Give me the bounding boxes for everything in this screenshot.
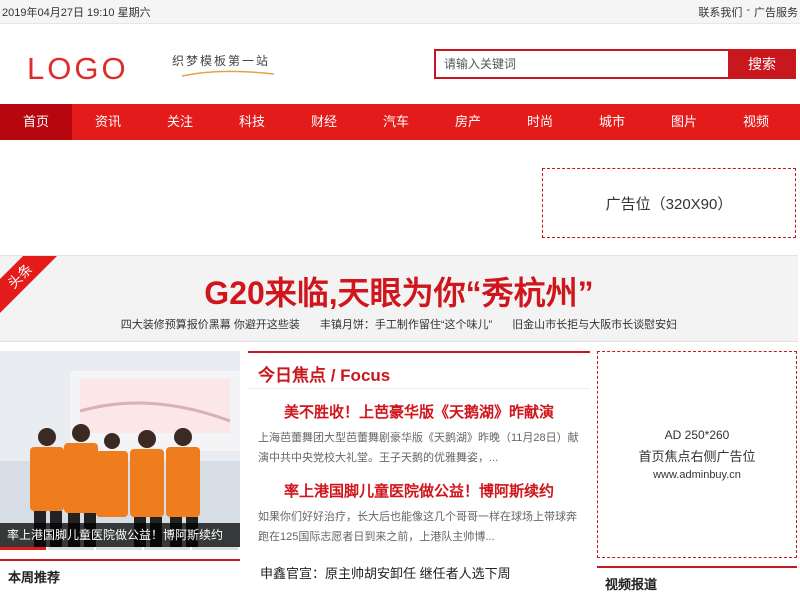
weekly-recommend: 本周推荐 (0, 559, 240, 591)
site-logo[interactable]: LOGO (27, 51, 129, 87)
search-box: 搜索 (434, 49, 796, 79)
headline-link[interactable]: 四大装修预算报价黑幕 你避开这些装 (121, 316, 300, 332)
slider-dot[interactable] (192, 547, 238, 550)
nav-item-news[interactable]: 资讯 (72, 104, 144, 140)
focus-title: 今日焦点 / Focus (248, 353, 590, 389)
slider-dot[interactable] (144, 547, 190, 550)
main-nav: 首页 资讯 关注 科技 财经 汽车 房产 时尚 城市 图片 视频 (0, 104, 800, 140)
focus-item-title[interactable]: 率上港国脚儿童医院做公益！博阿斯续约 (258, 480, 580, 501)
slider-dot[interactable] (48, 547, 94, 550)
slider-dot[interactable] (96, 547, 142, 550)
focus-item-desc: 如果你们好好治疗，长大后也能像这几个哥哥一样在球场上带球奔跑在125国际志愿者日… (258, 511, 577, 543)
nav-item-city[interactable]: 城市 (576, 104, 648, 140)
headline-title[interactable]: G20来临,天眼为你“秀杭州” (0, 268, 798, 314)
date-time: 2019年04月27日 19:10 星期六 (2, 6, 151, 19)
slider-indicators (0, 547, 240, 551)
ad-banner-side[interactable]: AD 250*260 首页焦点右侧广告位 www.adminbuy.cn (597, 351, 797, 558)
featured-photo-image (0, 351, 240, 547)
ad-side-label: 首页焦点右侧广告位 (638, 449, 756, 464)
header: LOGO 织梦模板第一站 搜索 (0, 24, 800, 104)
focus-plain-link[interactable]: 申鑫官宣：原主帅胡安卸任 继任者人选下周 (248, 547, 590, 582)
nav-item-tech[interactable]: 科技 (216, 104, 288, 140)
headline-links: 四大装修预算报价黑幕 你避开这些装 丰镇月饼：手工制作留住“这个味儿” 旧金山市… (0, 316, 798, 332)
ad-service-link[interactable]: 广告服务 (754, 4, 798, 20)
featured-photo[interactable]: 率上港国脚儿童医院做公益！博阿斯续约 (0, 351, 240, 547)
slogan-swoosh-icon (181, 70, 275, 77)
weekly-title: 本周推荐 (8, 570, 61, 585)
nav-item-pictures[interactable]: 图片 (648, 104, 720, 140)
video-section: 视频报道 (597, 566, 797, 592)
focus-item-desc: 上海芭蕾舞团大型芭蕾舞剧豪华版《天鹅湖》昨晚（11月28日）献演中共中央党校大礼… (258, 432, 579, 464)
nav-item-fashion[interactable]: 时尚 (504, 104, 576, 140)
nav-item-video[interactable]: 视频 (720, 104, 792, 140)
headline-box: 头条 G20来临,天眼为你“秀杭州” 四大装修预算报价黑幕 你避开这些装 丰镇月… (0, 255, 798, 342)
nav-item-auto[interactable]: 汽车 (360, 104, 432, 140)
top-links: 联系我们 - 广告服务 (698, 4, 798, 20)
slider-dot-active[interactable] (0, 547, 46, 550)
ad-side-url: www.adminbuy.cn (653, 469, 741, 481)
top-bar: 2019年04月27日 19:10 星期六 联系我们 - 广告服务 (0, 0, 800, 24)
nav-item-home[interactable]: 首页 (0, 104, 72, 140)
focus-item-title[interactable]: 美不胜收！上芭豪华版《天鹅湖》昨献演 (258, 401, 580, 422)
contact-link[interactable]: 联系我们 (698, 4, 742, 20)
ad-row: 广告位（320X90） (0, 140, 800, 255)
ad-banner-top[interactable]: 广告位（320X90） (542, 168, 796, 238)
nav-item-finance[interactable]: 财经 (288, 104, 360, 140)
search-button[interactable]: 搜索 (728, 49, 796, 79)
nav-item-focus[interactable]: 关注 (144, 104, 216, 140)
focus-item: 率上港国脚儿童医院做公益！博阿斯续约 如果你们好好治疗，长大后也能像这几个哥哥一… (248, 480, 590, 547)
content-row: 率上港国脚儿童医院做公益！博阿斯续约 本周推荐 今日焦点 / Focus 美不胜… (0, 351, 800, 592)
ad-side-size: AD 250*260 (664, 428, 730, 442)
site-slogan: 织梦模板第一站 (172, 54, 271, 68)
video-title: 视频报道 (605, 577, 658, 592)
focus-panel: 今日焦点 / Focus 美不胜收！上芭豪华版《天鹅湖》昨献演 上海芭蕾舞团大型… (248, 351, 590, 591)
separator: - (746, 3, 750, 16)
photo-caption: 率上港国脚儿童医院做公益！博阿斯续约 (0, 523, 240, 547)
headline-link[interactable]: 旧金山市长拒与大阪市长谈慰安妇 (512, 316, 677, 332)
nav-item-house[interactable]: 房产 (432, 104, 504, 140)
search-input[interactable] (434, 49, 728, 79)
headline-link[interactable]: 丰镇月饼：手工制作留住“这个味儿” (320, 316, 492, 332)
focus-item: 美不胜收！上芭豪华版《天鹅湖》昨献演 上海芭蕾舞团大型芭蕾舞剧豪华版《天鹅湖》昨… (248, 401, 590, 468)
